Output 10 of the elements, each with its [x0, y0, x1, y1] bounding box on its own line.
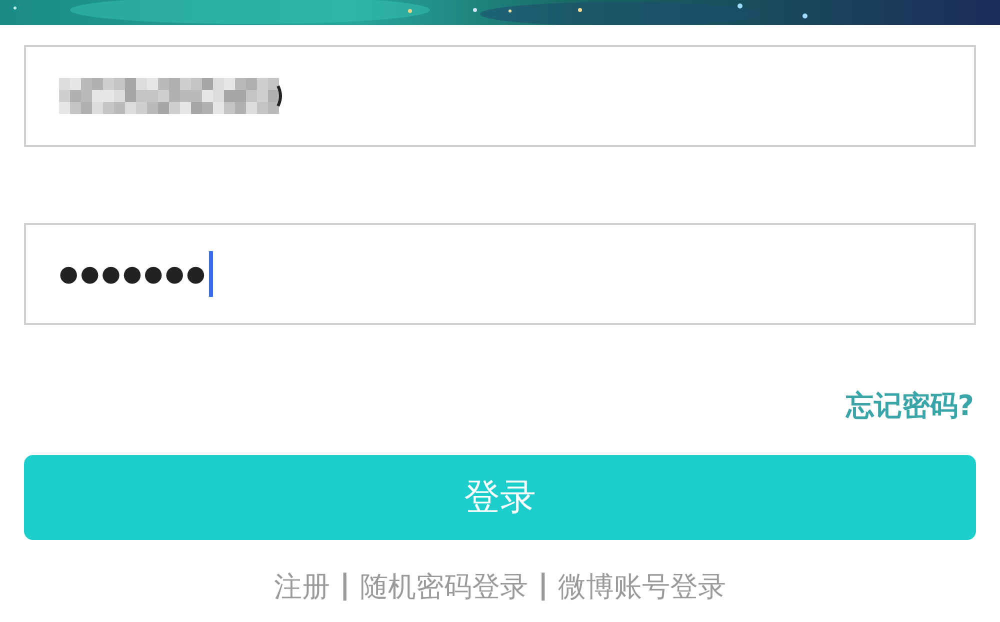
username-field[interactable]: [24, 45, 976, 147]
forgot-password-link[interactable]: 忘记密码?: [846, 387, 974, 425]
password-field[interactable]: ●●●●●●●: [24, 223, 976, 325]
footer-link[interactable]: 注册: [274, 568, 330, 606]
footer-link[interactable]: 微博账号登录: [558, 568, 726, 606]
footer-link[interactable]: 随机密码登录: [360, 568, 528, 606]
separator: |: [538, 568, 548, 603]
separator: |: [340, 568, 350, 603]
login-button[interactable]: 登录: [24, 455, 976, 540]
password-value: ●●●●●●●: [59, 262, 208, 286]
